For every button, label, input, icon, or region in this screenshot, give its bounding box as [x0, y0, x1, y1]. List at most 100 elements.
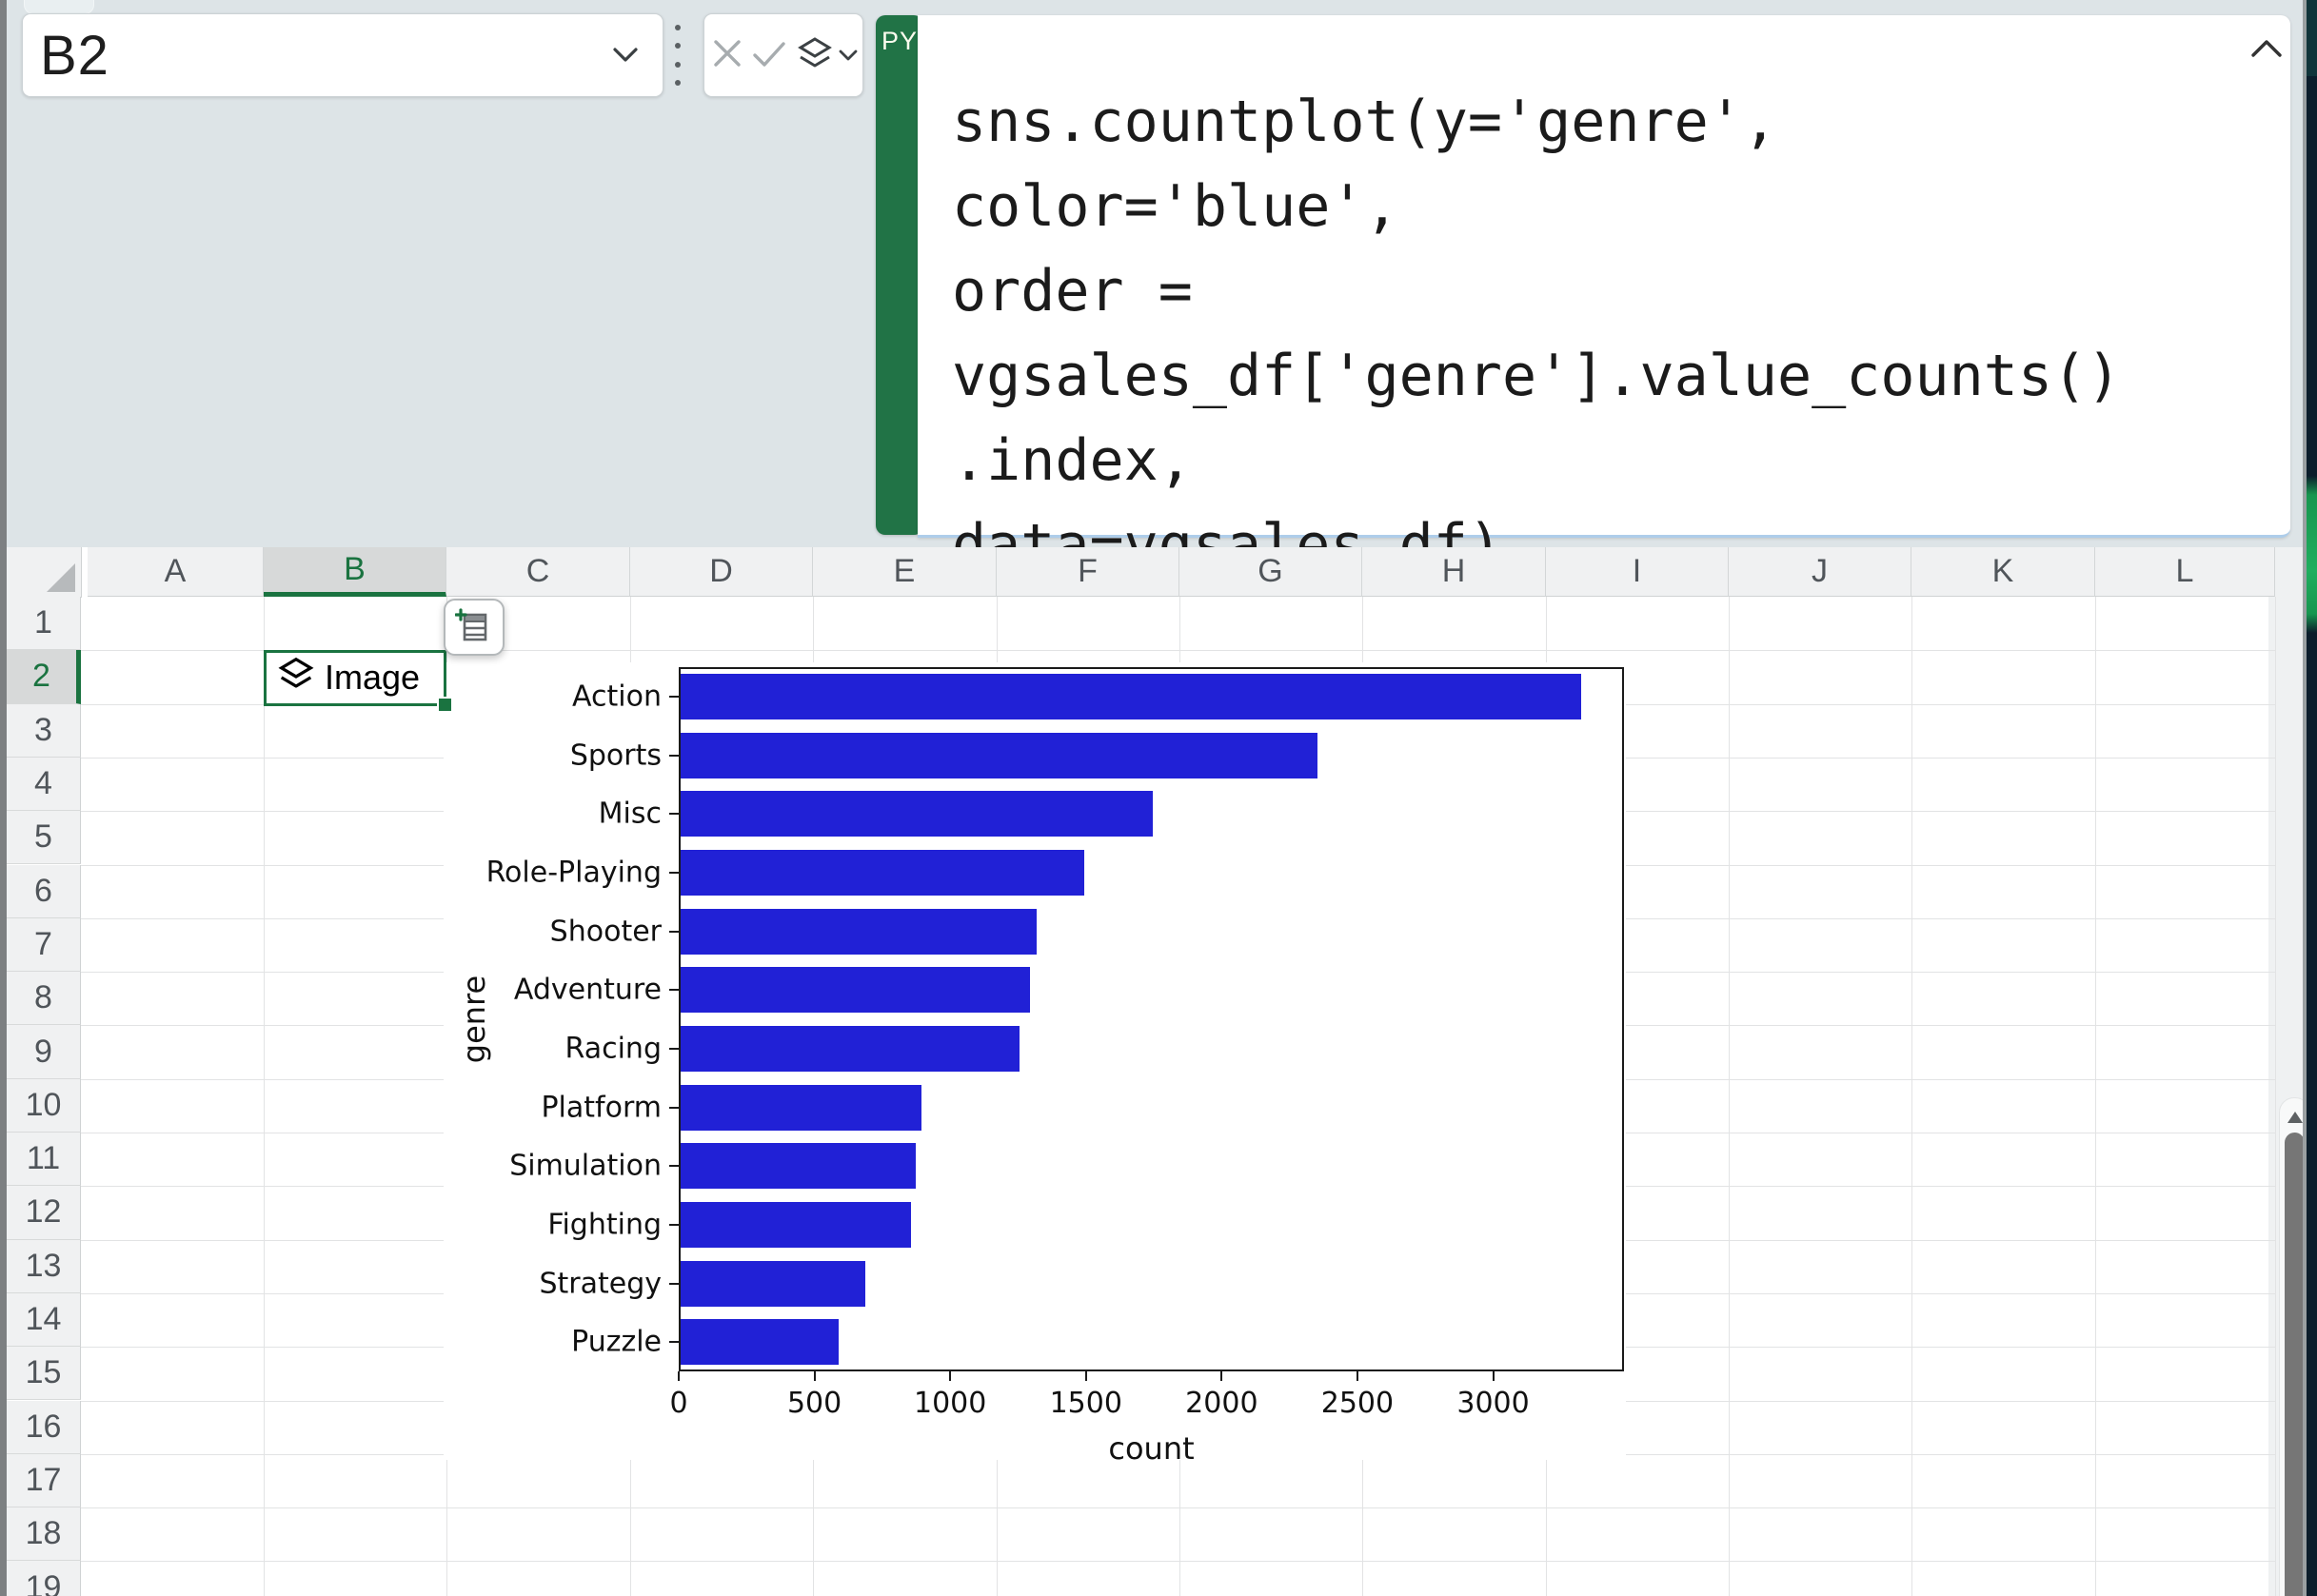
y-tick: [669, 755, 679, 757]
column-header-l[interactable]: L: [2095, 547, 2275, 597]
row-header-10[interactable]: 10: [7, 1079, 81, 1133]
row-header-7[interactable]: 7: [7, 918, 81, 972]
x-tick: [1357, 1371, 1358, 1381]
formula-bar-pane: B2: [7, 0, 2307, 547]
row-header-11[interactable]: 11: [7, 1133, 81, 1186]
chart-bar-shooter: [681, 909, 1037, 955]
column-header-e[interactable]: E: [813, 547, 997, 597]
cell-selection-border: [264, 650, 446, 705]
y-tick: [669, 1224, 679, 1226]
embedded-chart-image[interactable]: genre ActionSportsMiscRole-PlayingShoote…: [444, 662, 1626, 1460]
column-header-c[interactable]: C: [446, 547, 630, 597]
row-header-8[interactable]: 8: [7, 972, 81, 1025]
y-tick: [669, 696, 679, 698]
row-header-5[interactable]: 5: [7, 811, 81, 864]
x-tick: [949, 1371, 951, 1381]
dot: [675, 62, 681, 68]
window-left-edge: [0, 0, 7, 1596]
formula-action-buttons: [703, 13, 863, 97]
row-header-9[interactable]: 9: [7, 1025, 81, 1078]
column-header-k[interactable]: K: [1911, 547, 2095, 597]
select-all-corner[interactable]: [7, 547, 82, 598]
row-header-17[interactable]: 17: [7, 1454, 81, 1507]
row-header-6[interactable]: 6: [7, 865, 81, 918]
row-header-2[interactable]: 2: [7, 650, 81, 703]
row-header-16[interactable]: 16: [7, 1401, 81, 1454]
x-tick: [814, 1371, 816, 1381]
chart-bar-simulation: [681, 1143, 916, 1189]
row-header-13[interactable]: 13: [7, 1240, 81, 1293]
layers-icon[interactable]: [793, 33, 860, 77]
row-header-19[interactable]: 19: [7, 1561, 81, 1596]
gridline: [2275, 597, 2276, 1596]
y-tick: [669, 872, 679, 874]
chart-bar-sports: [681, 733, 1317, 778]
corner-triangle: [47, 563, 75, 592]
x-tick-label: 2500: [1321, 1387, 1394, 1420]
chart-bar-strategy: [681, 1261, 865, 1307]
x-tick: [678, 1371, 680, 1381]
chart-bar-fighting: [681, 1202, 911, 1248]
y-tick-label: Strategy: [444, 1267, 662, 1300]
row-header-15[interactable]: 15: [7, 1347, 81, 1400]
chart-x-axis-label: count: [1108, 1430, 1194, 1467]
show-data-card-button[interactable]: [444, 599, 505, 656]
python-badge-label: PY: [876, 27, 923, 56]
scroll-up-icon[interactable]: [2287, 1112, 2303, 1123]
y-tick: [669, 1165, 679, 1167]
scrollbar-thumb[interactable]: [2285, 1133, 2305, 1596]
y-tick: [669, 1341, 679, 1343]
y-tick: [669, 989, 679, 991]
y-tick-label: Action: [444, 680, 662, 713]
column-header-b[interactable]: B: [264, 547, 446, 597]
y-tick-label: Adventure: [444, 974, 662, 1007]
formula-input[interactable]: sns.countplot(y='genre', color='blue', o…: [918, 15, 2290, 538]
cancel-icon[interactable]: [708, 34, 746, 77]
y-tick-label: Shooter: [444, 915, 662, 948]
fill-handle[interactable]: [437, 697, 453, 713]
gridline: [2095, 597, 2096, 1596]
row-header-3[interactable]: 3: [7, 704, 81, 758]
x-tick-label: 1000: [914, 1387, 986, 1420]
x-tick-label: 1500: [1050, 1387, 1122, 1420]
gridline: [1911, 597, 1912, 1596]
spreadsheet-grid[interactable]: ABCDEFGHIJKL 123456789101112131415161718…: [7, 547, 2307, 1596]
column-header-g[interactable]: G: [1179, 547, 1362, 597]
gridline: [81, 1561, 2275, 1562]
chart-bar-puzzle: [681, 1319, 839, 1365]
y-tick: [669, 931, 679, 933]
dot: [675, 43, 681, 49]
column-header-h[interactable]: H: [1362, 547, 1546, 597]
y-tick-label: Sports: [444, 739, 662, 772]
column-header-d[interactable]: D: [630, 547, 813, 597]
chart-bar-platform: [681, 1085, 921, 1131]
chart-bar-role-playing: [681, 850, 1084, 896]
row-header-14[interactable]: 14: [7, 1293, 81, 1347]
y-tick: [669, 1107, 679, 1109]
gridline: [1729, 597, 1730, 1596]
enter-check-icon[interactable]: [749, 34, 789, 77]
y-tick-label: Role-Playing: [444, 856, 662, 889]
row-header-18[interactable]: 18: [7, 1507, 81, 1561]
column-header-i[interactable]: I: [1546, 547, 1729, 597]
y-tick-label: Racing: [444, 1032, 662, 1065]
x-tick-label: 3000: [1456, 1387, 1529, 1420]
chart-bar-adventure: [681, 967, 1030, 1013]
collapse-formula-bar-icon[interactable]: [2246, 34, 2291, 72]
name-box[interactable]: B2: [22, 13, 663, 97]
column-header-a[interactable]: A: [88, 547, 264, 597]
column-header-j[interactable]: J: [1729, 547, 1911, 597]
chevron-down-icon[interactable]: [609, 43, 642, 70]
chart-bar-action: [681, 674, 1581, 719]
name-box-tab: [24, 0, 94, 14]
column-header-f[interactable]: F: [997, 547, 1179, 597]
y-tick-label: Fighting: [444, 1208, 662, 1241]
row-header-4[interactable]: 4: [7, 758, 81, 811]
row-header-1[interactable]: 1: [7, 597, 81, 650]
formula-bar-drag-handle[interactable]: [673, 25, 683, 86]
row-header-12[interactable]: 12: [7, 1186, 81, 1239]
x-tick-label: 2000: [1185, 1387, 1258, 1420]
desktop-background-strip: [2307, 0, 2317, 1596]
gridline: [81, 1507, 2275, 1508]
x-tick-label: 500: [787, 1387, 842, 1420]
